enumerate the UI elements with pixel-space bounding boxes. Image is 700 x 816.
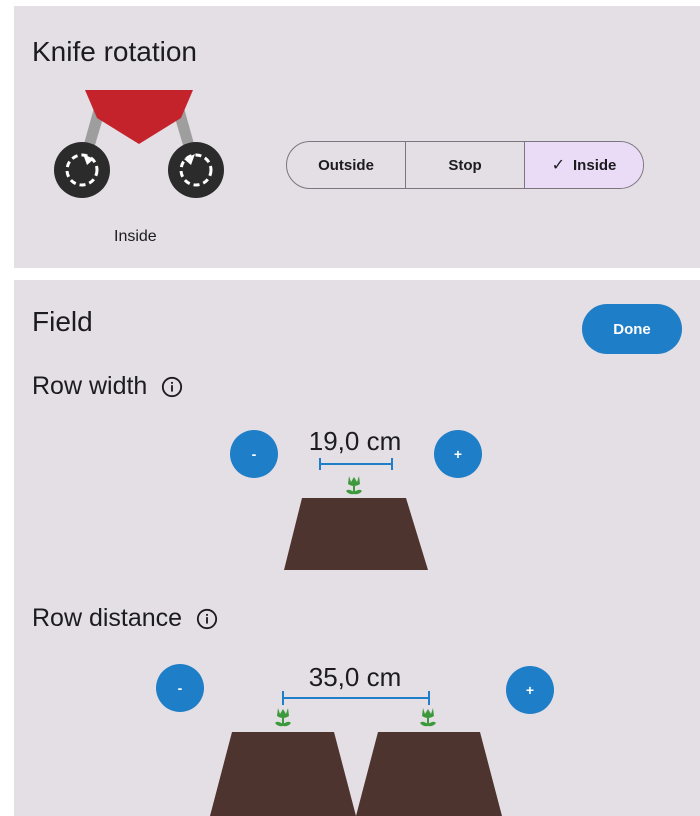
segment-stop[interactable]: Stop [405, 142, 524, 188]
segment-outside-label: Outside [318, 156, 374, 174]
soil-bed [356, 732, 502, 816]
row-distance-label-row: Row distance [32, 604, 218, 633]
row-width-minus-button[interactable]: - [230, 430, 278, 478]
row-width-diagram [284, 458, 428, 570]
row-distance-diagram [210, 691, 502, 816]
info-icon[interactable] [196, 608, 218, 630]
knife-rotation-illustration [54, 90, 224, 198]
row-width-value: 19,0 cm [308, 426, 402, 456]
plant-icon [420, 708, 436, 727]
soil-bed [284, 498, 428, 570]
done-button[interactable]: Done [582, 304, 682, 354]
row-distance-plus-button[interactable]: + [506, 666, 554, 714]
plant-icon [346, 476, 362, 495]
row-width-label-row: Row width [32, 372, 183, 401]
knife-rotation-caption: Inside [114, 228, 157, 245]
knife-rotation-title: Knife rotation [32, 36, 197, 67]
row-distance-minus-button[interactable]: - [156, 664, 204, 712]
segment-outside[interactable]: Outside [287, 142, 405, 188]
segment-inside-label: Inside [573, 156, 617, 174]
row-width-dimension-line [319, 458, 393, 470]
right-wheel-rotation-icon [168, 142, 224, 198]
row-distance-dimension-line [282, 691, 430, 705]
field-card: Field Done Row width - + 19,0 cm Row dis… [14, 280, 700, 816]
knife-rotation-card: Knife rotation Inside Outside Stop ✓ Ins… [14, 6, 700, 268]
segment-inside[interactable]: ✓ Inside [524, 142, 643, 188]
row-distance-label: Row distance [32, 604, 183, 632]
row-width-label: Row width [32, 372, 148, 400]
field-title: Field [32, 306, 93, 337]
soil-bed [210, 732, 356, 816]
knife-rotation-segmented-control: Outside Stop ✓ Inside [286, 141, 644, 189]
row-width-plus-button[interactable]: + [434, 430, 482, 478]
info-icon[interactable] [161, 376, 183, 398]
segment-stop-label: Stop [448, 156, 482, 174]
left-wheel-rotation-icon [54, 142, 110, 198]
plant-icon [275, 708, 291, 727]
check-icon: ✓ [551, 157, 566, 174]
row-distance-value: 35,0 cm [308, 662, 402, 692]
knife-blade [85, 90, 193, 144]
